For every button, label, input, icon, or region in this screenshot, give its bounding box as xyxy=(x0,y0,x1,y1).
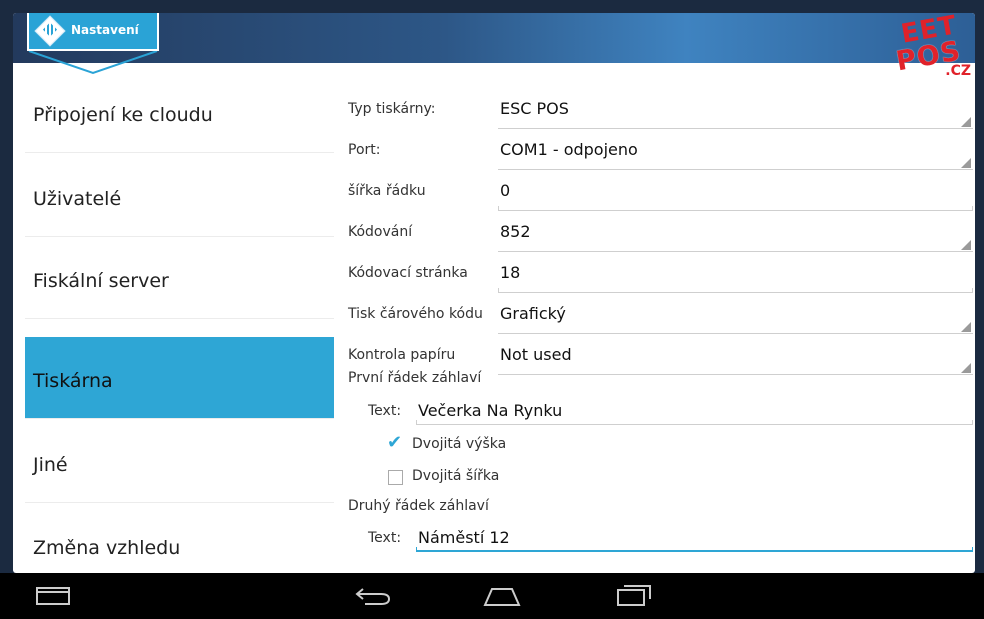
encoding-select[interactable]: 852 xyxy=(500,222,531,241)
sidebar-item-appearance[interactable]: Změna vzhledu xyxy=(25,503,334,573)
header1-text-label: Text: xyxy=(368,403,402,419)
double-width-label: Dvojitá šířka xyxy=(412,468,500,484)
dropdown-triangle-icon xyxy=(961,322,971,332)
settings-sidebar: Připojení ke cloudu Uživatelé Fiskální s… xyxy=(25,71,334,573)
select-underline xyxy=(498,333,973,334)
header1-text-input[interactable]: Večerka Na Rynku xyxy=(418,401,562,420)
input-underline xyxy=(498,210,973,211)
header2-text-input[interactable]: Náměstí 12 xyxy=(418,528,510,547)
input-edge xyxy=(416,420,417,425)
settings-diamond-icon xyxy=(34,15,66,47)
sidebar-item-fiscal-server[interactable]: Fiskální server xyxy=(25,237,334,319)
line-width-input[interactable]: 0 xyxy=(500,181,510,200)
paper-check-label: Kontrola papíru xyxy=(348,347,456,363)
sidebar-item-cloud[interactable]: Připojení ke cloudu xyxy=(25,71,334,153)
select-underline xyxy=(498,169,973,170)
printer-type-label: Typ tiskárny: xyxy=(348,101,436,117)
input-edge xyxy=(972,206,973,211)
paper-check-select[interactable]: Not used xyxy=(500,345,572,364)
printer-type-select[interactable]: ESC POS xyxy=(500,99,569,118)
sidebar-item-users[interactable]: Uživatelé xyxy=(25,155,334,237)
logo-cz: .CZ xyxy=(945,63,971,79)
encoding-label: Kódování xyxy=(348,224,413,240)
code-page-label: Kódovací stránka xyxy=(348,265,468,281)
sidebar-item-label: Jiné xyxy=(33,454,68,476)
input-edge xyxy=(498,206,499,211)
sidebar-item-label: Připojení ke cloudu xyxy=(33,104,213,126)
header2-text-label: Text: xyxy=(368,530,402,546)
input-edge xyxy=(498,288,499,293)
sidebar-item-printer[interactable]: Tiskárna xyxy=(25,337,334,419)
home-icon[interactable] xyxy=(482,585,522,607)
sidebar-item-other[interactable]: Jiné xyxy=(25,421,334,503)
barcode-print-label: Tisk čárového kódu xyxy=(348,306,483,322)
input-underline-focused xyxy=(416,550,973,552)
select-underline xyxy=(498,251,973,252)
overview-icon[interactable] xyxy=(614,583,654,607)
header2-title: Druhý řádek záhlaví xyxy=(348,498,489,514)
sidebar-item-label: Uživatelé xyxy=(33,188,122,210)
input-edge xyxy=(972,420,973,425)
sidebar-item-label: Změna vzhledu xyxy=(33,537,181,559)
eet-pos-logo: EET POS .CZ xyxy=(881,13,971,85)
double-height-label: Dvojitá výška xyxy=(412,436,507,452)
line-width-label: šířka řádku xyxy=(348,183,426,199)
input-edge xyxy=(416,547,417,552)
input-edge xyxy=(972,547,973,552)
app-header: Nastavení xyxy=(13,13,975,75)
input-underline xyxy=(498,292,973,293)
settings-title: Nastavení xyxy=(71,23,139,37)
port-row[interactable]: Port: COM1 - odpojeno xyxy=(348,134,973,174)
checkmark-icon: ✔ xyxy=(387,432,403,453)
sidebar-item-label: Tiskárna xyxy=(33,370,113,392)
checkbox-box xyxy=(388,470,403,485)
recent-apps-icon[interactable] xyxy=(36,587,70,605)
encoding-row[interactable]: Kódování 852 xyxy=(348,216,973,256)
dropdown-triangle-icon xyxy=(961,117,971,127)
select-underline xyxy=(498,128,973,129)
barcode-print-row[interactable]: Tisk čárového kódu Grafický xyxy=(348,298,973,338)
dropdown-triangle-icon xyxy=(961,240,971,250)
dropdown-triangle-icon xyxy=(961,363,971,373)
app-screen: Nastavení EET POS .CZ Připojení ke cloud… xyxy=(13,13,975,573)
back-icon[interactable] xyxy=(353,585,393,607)
select-underline xyxy=(498,374,973,375)
header1-title: První řádek záhlaví xyxy=(348,370,482,386)
barcode-print-select[interactable]: Grafický xyxy=(500,304,566,323)
header2-text-row[interactable]: Text: Náměstí 12 xyxy=(368,522,973,554)
sidebar-item-label: Fiskální server xyxy=(33,270,169,292)
android-navbar xyxy=(0,573,984,619)
port-select[interactable]: COM1 - odpojeno xyxy=(500,140,638,159)
header1-text-row[interactable]: Text: Večerka Na Rynku xyxy=(368,395,973,427)
input-underline xyxy=(416,424,973,425)
port-label: Port: xyxy=(348,142,381,158)
settings-tab[interactable]: Nastavení xyxy=(27,13,159,51)
code-page-row[interactable]: Kódovací stránka 18 xyxy=(348,257,973,297)
printer-type-row[interactable]: Typ tiskárny: ESC POS xyxy=(348,93,973,133)
code-page-input[interactable]: 18 xyxy=(500,263,520,282)
dropdown-triangle-icon xyxy=(961,158,971,168)
line-width-row[interactable]: šířka řádku 0 xyxy=(348,175,973,215)
input-edge xyxy=(972,288,973,293)
